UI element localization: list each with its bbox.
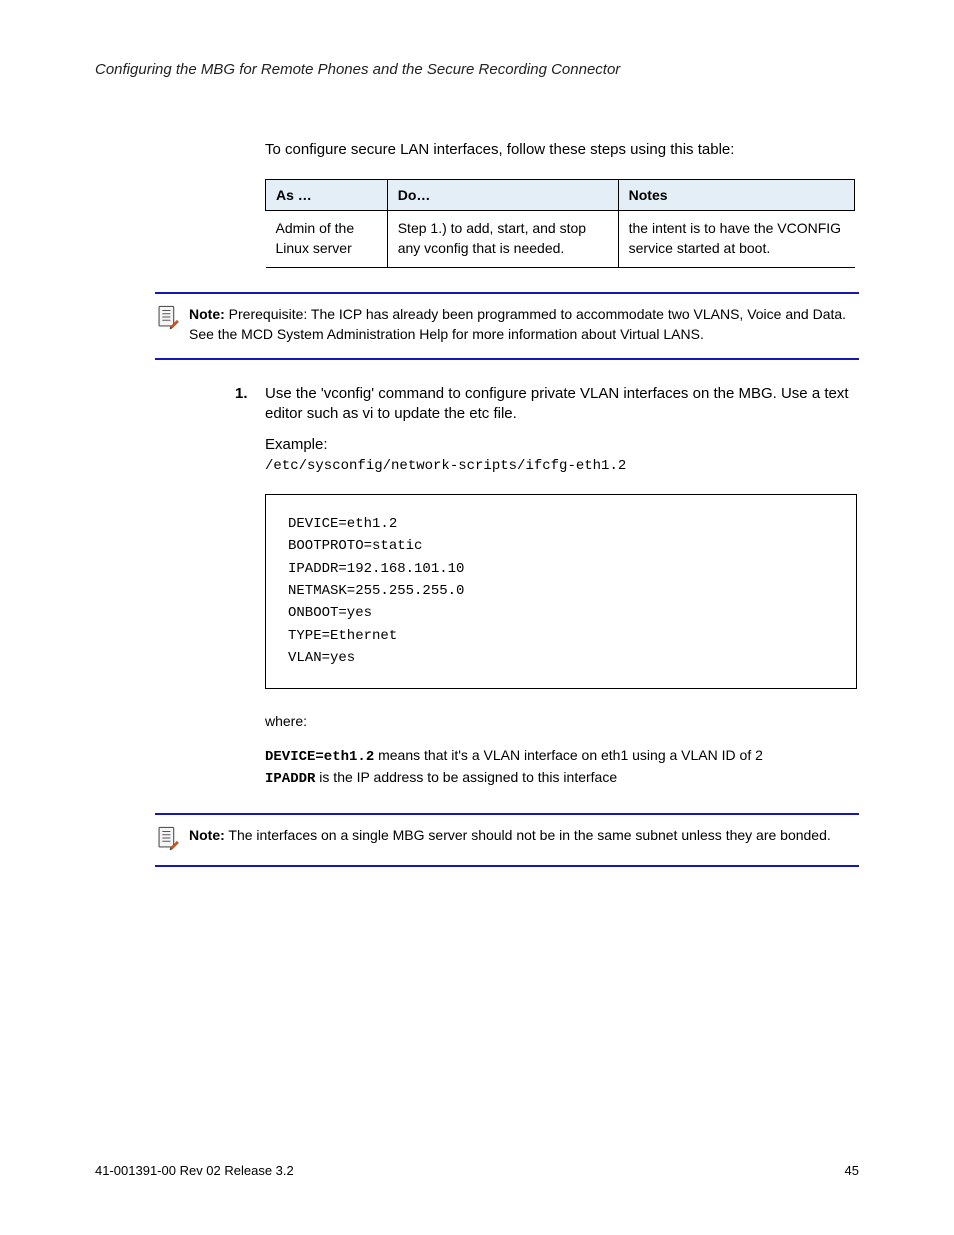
table-cell: the intent is to have the VCONFIG servic… — [618, 211, 854, 267]
example-label: Example: — [265, 436, 328, 453]
table-cell: Admin of the Linux server — [266, 211, 388, 267]
example-path: /etc/sysconfig/network-scripts/ifcfg-eth… — [265, 458, 626, 474]
note-label: Note: — [189, 306, 225, 322]
where-intro: where: — [265, 711, 859, 731]
note-label: Note: — [189, 827, 225, 843]
intro-paragraph: To configure secure LAN interfaces, foll… — [265, 140, 859, 160]
note-text: Note: The interfaces on a single MBG ser… — [189, 825, 859, 845]
table-header-cell: Notes — [618, 179, 854, 211]
where-term: DEVICE=eth1.2 — [265, 749, 374, 765]
where-term: IPADDR — [265, 771, 315, 787]
where-item: DEVICE=eth1.2 means that it's a VLAN int… — [265, 745, 859, 790]
page-header: Configuring the MBG for Remote Phones an… — [95, 60, 859, 80]
where-desc: is the IP address to be assigned to this… — [315, 769, 617, 785]
table-header-cell: As … — [266, 179, 388, 211]
note-body: The interfaces on a single MBG server sh… — [225, 827, 831, 843]
table-cell: Step 1.) to add, start, and stop any vco… — [387, 211, 618, 267]
code-snippet: DEVICE=eth1.2 BOOTPROTO=static IPADDR=19… — [265, 494, 857, 689]
config-table: As … Do… Notes Admin of the Linux server… — [265, 179, 855, 268]
note-body: Prerequisite: The ICP has already been p… — [189, 306, 846, 342]
table-row: Admin of the Linux server Step 1.) to ad… — [266, 211, 855, 267]
note-box-subnet: Note: The interfaces on a single MBG ser… — [155, 813, 859, 867]
example-label-line: Example: /etc/sysconfig/network-scripts/… — [265, 435, 859, 476]
note-text: Note: Prerequisite: The ICP has already … — [189, 304, 859, 345]
step-1: 1. Use the 'vconfig' command to configur… — [235, 384, 859, 425]
note-icon — [155, 304, 181, 330]
note-icon — [155, 825, 181, 851]
table-header-cell: Do… — [387, 179, 618, 211]
where-desc: means that it's a VLAN interface on eth1… — [374, 747, 763, 763]
note-box-prereq: Note: Prerequisite: The ICP has already … — [155, 292, 859, 361]
step-text: Use the 'vconfig' command to configure p… — [265, 384, 859, 425]
footer-left: 41-001391-00 Rev 02 Release 3.2 — [95, 1162, 294, 1180]
step-number: 1. — [235, 384, 265, 425]
page-footer: 41-001391-00 Rev 02 Release 3.2 45 — [95, 1162, 859, 1180]
footer-page-number: 45 — [845, 1162, 859, 1180]
